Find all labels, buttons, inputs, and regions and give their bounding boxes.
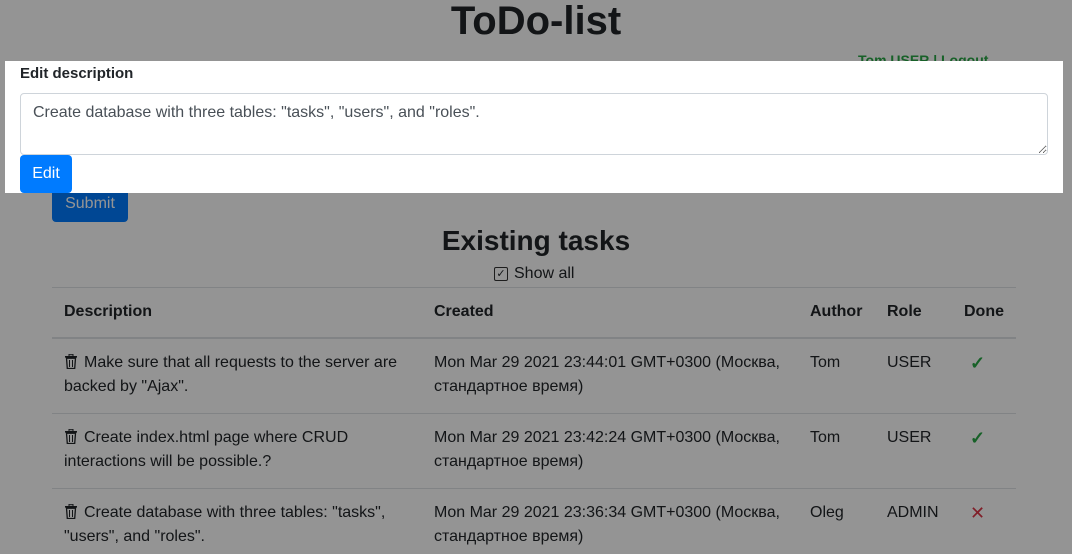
edit-button[interactable]: Edit xyxy=(20,155,72,193)
edit-description-label: Edit description xyxy=(20,65,134,82)
description-textarea[interactable] xyxy=(20,93,1048,155)
edit-description-modal: Edit description Edit xyxy=(5,61,1063,193)
